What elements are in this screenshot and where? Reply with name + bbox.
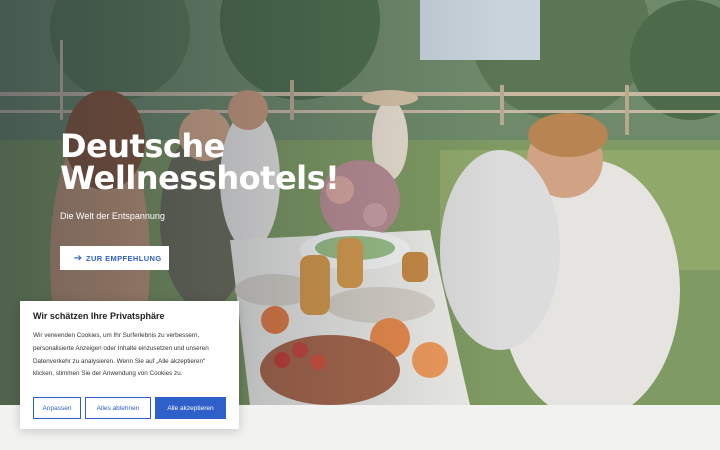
cookie-banner-text: Wir verwenden Cookies, um Ihr Surferlebn…: [33, 332, 209, 378]
customize-button[interactable]: Anpassen: [33, 397, 81, 419]
hero-subtitle: Die Welt der Entspannung: [60, 211, 165, 221]
cookie-banner-actions: Anpassen Alles ablehnen Alle akzeptieren: [33, 397, 226, 419]
recommendation-button[interactable]: ➔ ZUR EMPFEHLUNG: [60, 246, 169, 270]
cookie-banner-title: Wir schätzen Ihre Privatsphäre: [33, 311, 165, 321]
recommendation-button-label: ZUR EMPFEHLUNG: [86, 253, 162, 263]
accept-all-button[interactable]: Alle akzeptieren: [155, 397, 226, 419]
reject-all-button[interactable]: Alles ablehnen: [85, 397, 151, 419]
hero-title: Deutsche Wellnesshotels!: [60, 127, 340, 197]
arrow-right-icon: ➔: [73, 252, 83, 264]
cookie-consent-banner: Wir schätzen Ihre Privatsphäre Wir verwe…: [20, 301, 239, 429]
